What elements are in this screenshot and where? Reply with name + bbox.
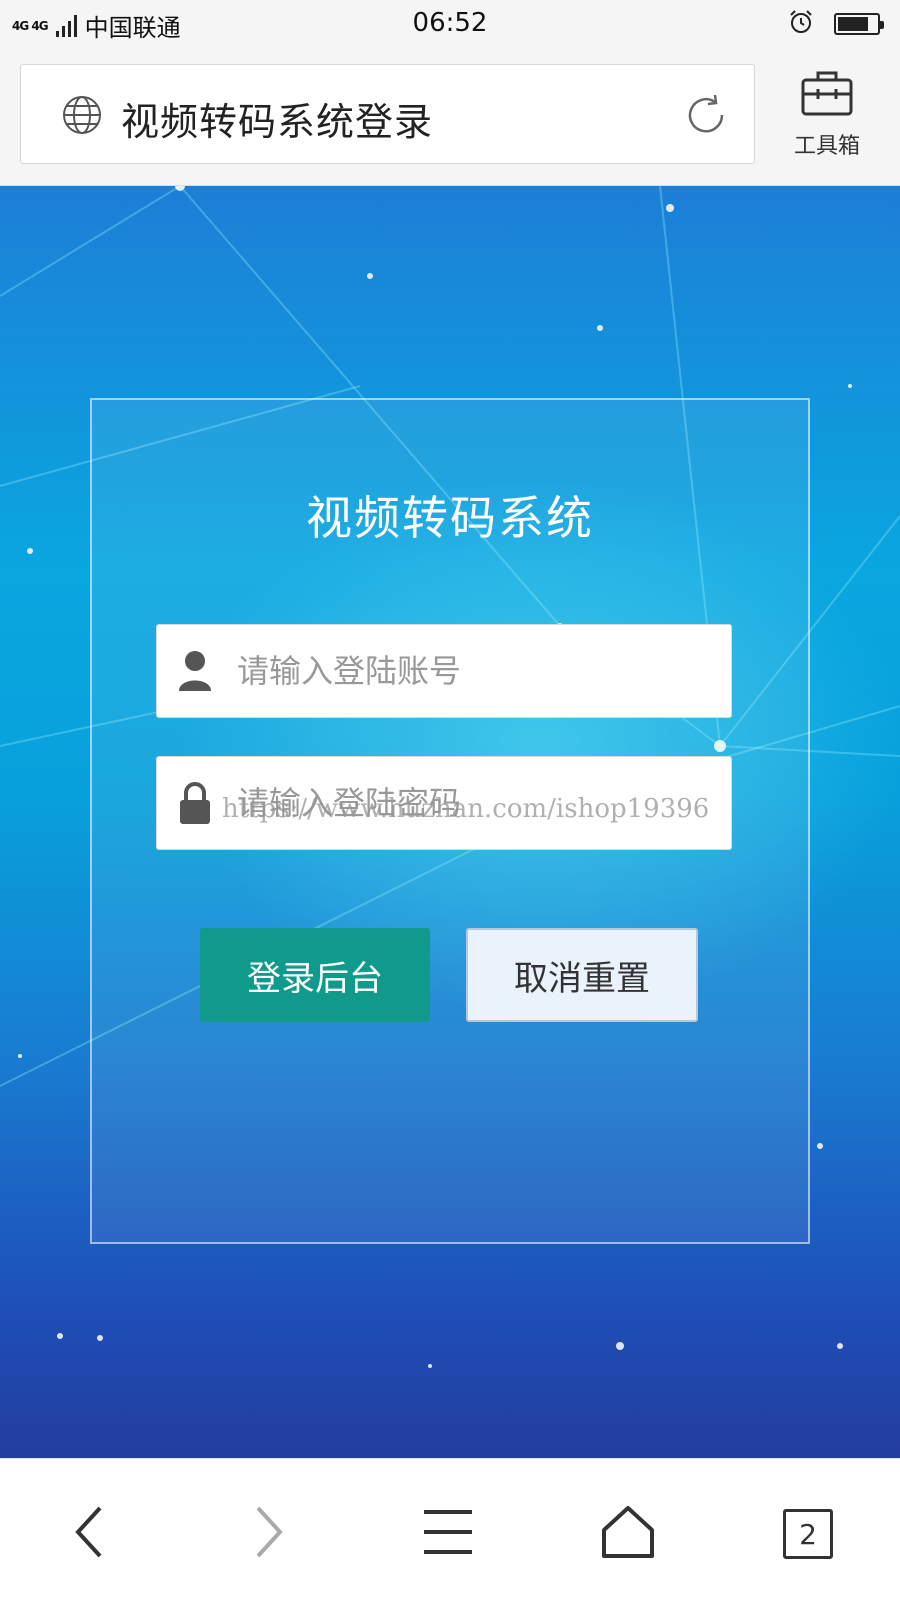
- username-input[interactable]: [237, 625, 717, 717]
- menu-icon: [422, 1506, 474, 1562]
- toolbox-button[interactable]: 工具箱: [782, 64, 872, 160]
- forward-button[interactable]: [228, 1499, 308, 1569]
- toolbox-label: 工具箱: [793, 134, 860, 159]
- status-time: 06:52: [412, 8, 488, 38]
- username-field: [156, 624, 732, 718]
- lock-icon: [177, 781, 213, 829]
- reload-icon[interactable]: [682, 91, 730, 143]
- menu-button[interactable]: [408, 1499, 488, 1569]
- forward-icon: [248, 1504, 288, 1564]
- battery-icon: [834, 13, 884, 35]
- reset-button[interactable]: 取消重置: [466, 928, 698, 1022]
- back-button[interactable]: [50, 1499, 130, 1569]
- browser-toolbar: 视频转码系统登录 工具箱: [0, 50, 900, 186]
- status-right: [788, 9, 884, 39]
- login-button[interactable]: 登录后台: [200, 928, 430, 1022]
- page-title: 视频转码系统登录: [121, 100, 434, 144]
- bottom-navigation: 2: [0, 1458, 900, 1600]
- home-button[interactable]: [588, 1499, 668, 1569]
- status-bar: 4G 4G 中国联通 06:52: [0, 0, 900, 50]
- user-icon: [177, 649, 213, 697]
- toolbox-icon: [799, 71, 855, 124]
- home-icon: [600, 1504, 656, 1564]
- tab-count: 2: [799, 1517, 817, 1551]
- globe-icon: [61, 94, 103, 140]
- tabs-button[interactable]: 2: [768, 1499, 848, 1569]
- tabs-icon: 2: [783, 1509, 833, 1559]
- address-bar[interactable]: 视频转码系统登录: [20, 64, 755, 164]
- back-icon: [70, 1504, 110, 1564]
- login-panel: 视频转码系统 https://www.huzhan.com/ishop19396…: [90, 398, 810, 1244]
- login-title: 视频转码系统: [306, 491, 594, 545]
- battery-fill: [838, 17, 869, 31]
- alarm-icon: [788, 9, 814, 39]
- watermark-url: https://www.huzhan.com/ishop19396: [222, 794, 710, 824]
- login-page: 视频转码系统 https://www.huzhan.com/ishop19396…: [0, 186, 900, 1458]
